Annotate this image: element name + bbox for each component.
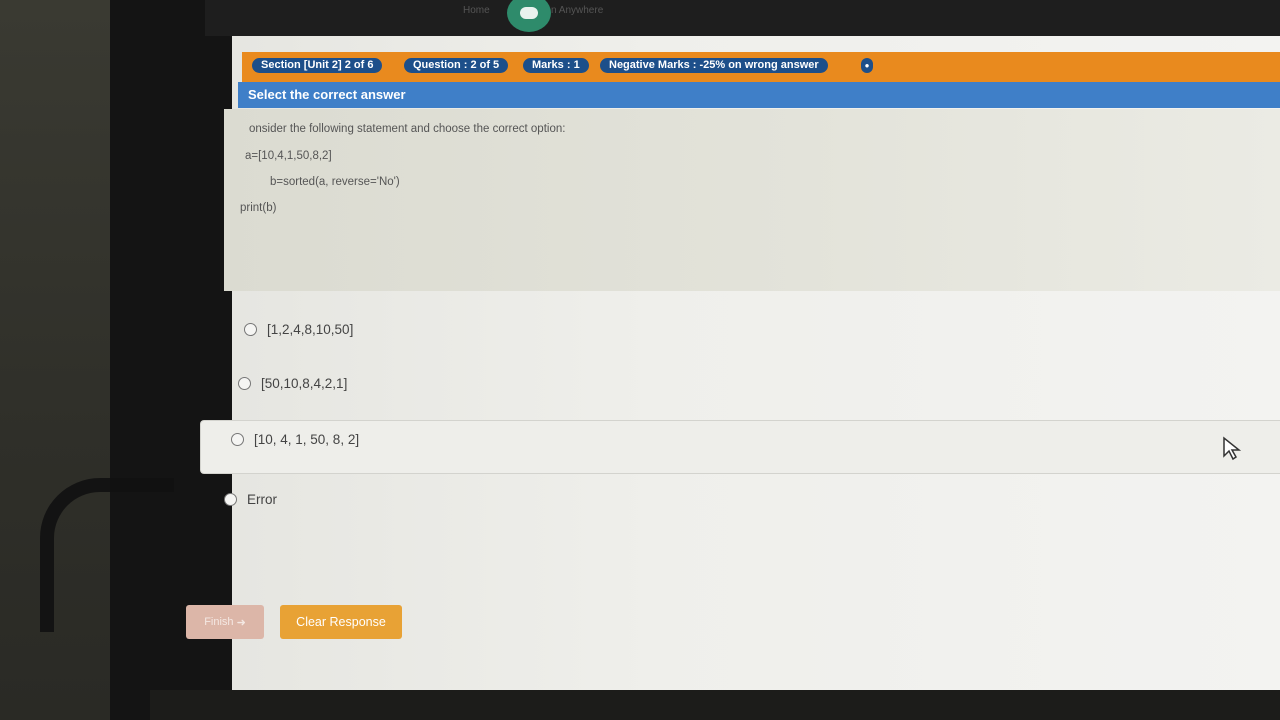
radio-button[interactable]	[231, 433, 244, 446]
options-list: [1,2,4,8,10,50] [50,10,8,4,2,1] [10, 4, …	[200, 292, 1280, 622]
radio-button[interactable]	[244, 323, 257, 336]
finish-label: Finish	[204, 616, 234, 628]
info-icon[interactable]: ●	[861, 58, 873, 73]
option-label: [10, 4, 1, 50, 8, 2]	[254, 432, 360, 447]
exit-icon: ➜	[236, 616, 246, 629]
question-panel: onsider the following statement and choo…	[224, 109, 1280, 291]
option-label: [1,2,4,8,10,50]	[267, 322, 354, 337]
section-badge: Section [Unit 2] 2 of 6	[252, 58, 383, 73]
mouse-cursor-icon	[1223, 436, 1242, 461]
cable	[40, 478, 174, 632]
chat-icon[interactable]	[507, 0, 551, 32]
option-1[interactable]: [1,2,4,8,10,50]	[244, 322, 353, 337]
instruction-bar: Select the correct answer	[238, 82, 1280, 108]
question-text: onsider the following statement and choo…	[249, 123, 566, 135]
exam-screen: Section [Unit 2] 2 of 6 Question : 2 of …	[186, 36, 1280, 691]
clear-label: Clear Response	[296, 615, 386, 629]
code-line: b=sorted(a, reverse='No')	[270, 176, 400, 188]
option-highlight	[200, 420, 1280, 474]
radio-button[interactable]	[238, 377, 251, 390]
browser-topbar: Home n Anywhere	[205, 0, 1280, 36]
instruction-text: Select the correct answer	[248, 87, 406, 102]
home-link[interactable]: Home	[463, 5, 490, 16]
option-label: Error	[247, 492, 277, 507]
finish-button[interactable]: Finish ➜	[186, 605, 264, 639]
desk-edge	[150, 690, 1280, 720]
radio-button[interactable]	[224, 493, 237, 506]
code-line: print(b)	[240, 202, 277, 214]
option-3[interactable]: [10, 4, 1, 50, 8, 2]	[231, 432, 359, 447]
clear-response-button[interactable]: Clear Response	[280, 605, 402, 639]
question-badge: Question : 2 of 5	[404, 58, 509, 73]
anywhere-link[interactable]: n Anywhere	[551, 5, 603, 16]
option-label: [50,10,8,4,2,1]	[261, 376, 348, 391]
code-line: a=[10,4,1,50,8,2]	[245, 150, 332, 162]
option-4[interactable]: Error	[224, 492, 277, 507]
marks-badge: Marks : 1	[523, 58, 589, 73]
status-bar: Section [Unit 2] 2 of 6 Question : 2 of …	[242, 52, 1280, 82]
negative-marks-badge: Negative Marks : -25% on wrong answer	[600, 58, 828, 73]
option-2[interactable]: [50,10,8,4,2,1]	[238, 376, 347, 391]
